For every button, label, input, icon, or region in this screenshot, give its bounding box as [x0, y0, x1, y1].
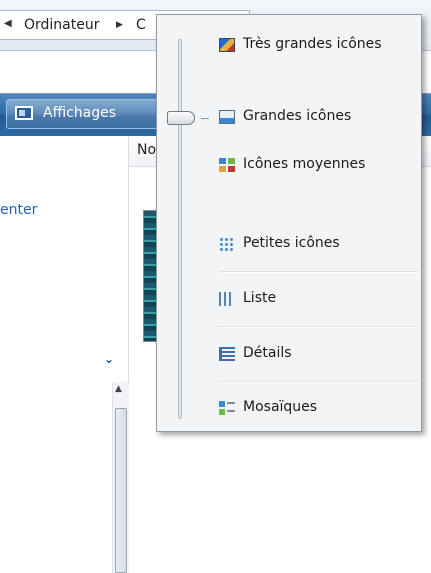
views-button[interactable]: Affichages — [6, 99, 164, 129]
nav-scrollbar[interactable]: ▲ — [112, 382, 129, 573]
extra-large-icons-icon — [219, 38, 235, 52]
medium-icons-icon — [219, 158, 235, 172]
list-icon — [219, 292, 235, 306]
menu-item-label: Détails — [243, 345, 292, 361]
menu-item-label: Très grandes icônes — [243, 36, 382, 52]
menu-item-details[interactable]: Détails — [219, 340, 415, 368]
menu-item-list[interactable]: Liste — [219, 285, 415, 313]
menu-item-label: Liste — [243, 290, 277, 306]
small-icons-icon — [219, 237, 235, 251]
menu-item-large-icons[interactable]: Grandes icônes — [219, 103, 415, 131]
details-icon — [219, 347, 235, 361]
scroll-up-icon[interactable]: ▲ — [115, 384, 122, 394]
scroll-thumb[interactable] — [115, 408, 127, 573]
view-size-slider-thumb[interactable] — [167, 111, 195, 125]
tiles-icon — [219, 401, 235, 415]
views-menu: Très grandes icônes Grandes icônes Icône… — [156, 14, 422, 432]
slider-tick — [201, 118, 209, 119]
column-header-label: No — [137, 142, 157, 158]
menu-item-label: Mosaïques — [243, 399, 318, 415]
menu-item-label: Icônes moyennes — [243, 156, 366, 172]
menu-divider — [219, 326, 419, 328]
view-size-slider-track[interactable] — [178, 39, 182, 419]
breadcrumb-separator-icon[interactable]: ▶ — [116, 20, 123, 30]
chevron-down-icon[interactable]: ⌄ — [104, 352, 114, 366]
breadcrumb-next[interactable]: C — [136, 17, 146, 33]
menu-item-label: Petites icônes — [243, 235, 340, 251]
back-arrow-icon[interactable]: ◀ — [4, 18, 12, 29]
menu-divider — [219, 271, 419, 273]
breadcrumb-computer[interactable]: Ordinateur — [24, 17, 100, 33]
menu-item-medium-icons[interactable]: Icônes moyennes — [219, 151, 415, 179]
views-button-label: Affichages — [43, 105, 117, 121]
menu-item-small-icons[interactable]: Petites icônes — [219, 230, 415, 258]
menu-item-extra-large-icons[interactable]: Très grandes icônes — [219, 31, 415, 59]
large-icons-icon — [219, 110, 235, 124]
nav-link-center[interactable]: enter — [0, 202, 37, 218]
menu-item-tiles[interactable]: Mosaïques — [219, 394, 415, 422]
views-icon — [15, 106, 33, 120]
menu-divider — [219, 381, 419, 383]
navigation-pane: enter ⌄ ▲ — [0, 136, 129, 573]
menu-item-label: Grandes icônes — [243, 108, 352, 124]
